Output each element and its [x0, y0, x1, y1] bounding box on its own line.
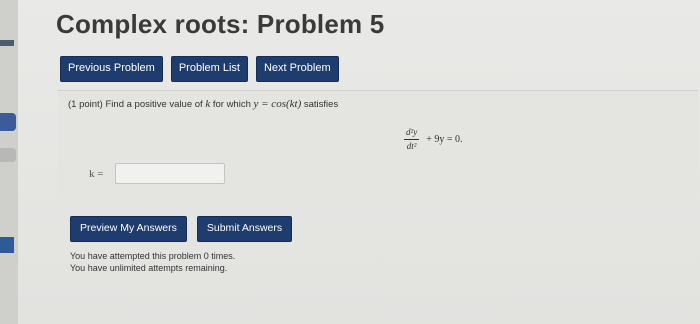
derivative-fraction: d²y dt²: [404, 127, 420, 152]
attempts-count-text: You have attempted this problem 0 times.: [70, 251, 236, 261]
problem-nav: Previous Problem Problem List Next Probl…: [60, 56, 339, 82]
problem-page: Complex roots: Problem 5 Previous Proble…: [18, 0, 700, 324]
previous-problem-button[interactable]: Previous Problem: [60, 56, 163, 82]
sidebar-marker: [0, 237, 14, 253]
fraction-numerator: d²y: [404, 127, 420, 140]
attempts-info: You have attempted this problem 0 times.…: [70, 250, 235, 274]
function-expression: y = cos(kt): [253, 98, 302, 110]
answer-actions: Preview My Answers Submit Answers: [70, 216, 293, 242]
problem-list-button[interactable]: Problem List: [170, 56, 248, 82]
page-title: Complex roots: Problem 5: [56, 9, 385, 39]
prompt-text: for which: [212, 99, 251, 110]
prompt-text: Find a positive value of: [105, 99, 203, 110]
fraction-denominator: dt²: [406, 141, 417, 151]
answer-input[interactable]: [115, 163, 225, 184]
sidebar-tab[interactable]: [0, 148, 16, 162]
sidebar-marker: [0, 40, 14, 46]
points-label: (1 point): [68, 99, 103, 110]
submit-answers-button[interactable]: Submit Answers: [196, 216, 293, 242]
attempts-remaining-text: You have unlimited attempts remaining.: [70, 263, 228, 273]
prompt-text: satisfies: [303, 99, 339, 110]
equation-rest: + 9y = 0.: [426, 134, 463, 145]
differential-equation: d²y dt² + 9y = 0.: [404, 127, 462, 152]
problem-body: (1 point) Find a positive value of k for…: [58, 90, 698, 199]
answer-label: k =: [89, 168, 104, 180]
problem-prompt: (1 point) Find a positive value of k for…: [68, 98, 338, 110]
sidebar-tab[interactable]: [0, 113, 16, 131]
preview-answers-button[interactable]: Preview My Answers: [70, 216, 187, 242]
left-sidebar-strip: [0, 0, 18, 324]
next-problem-button[interactable]: Next Problem: [255, 56, 339, 82]
variable-k: k: [205, 98, 211, 110]
